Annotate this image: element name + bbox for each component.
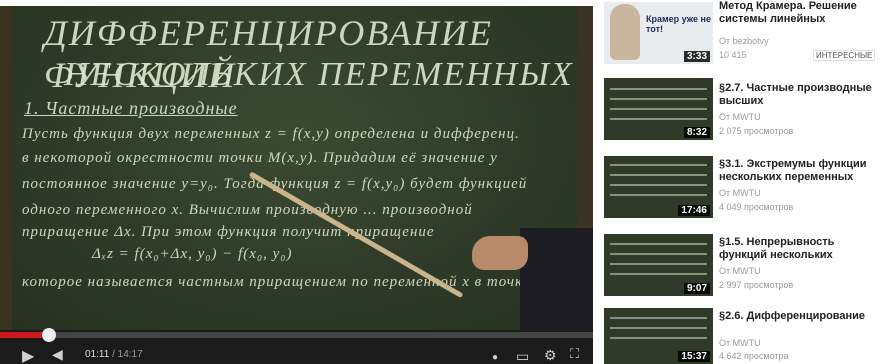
board-line: одного переменного x. Вычислим производн…: [22, 202, 473, 218]
video-duration-badge: 15:37: [678, 351, 710, 362]
play-icon[interactable]: ▶: [22, 346, 34, 364]
video-views: 2 075 просмотров: [719, 126, 794, 136]
video-title[interactable]: §2.7. Частные производные высших: [719, 82, 881, 108]
video-duration-badge: 17:46: [678, 205, 710, 216]
video-duration-badge: 3:33: [683, 51, 710, 62]
lecturer-hand: [472, 236, 528, 270]
related-video-item[interactable]: 15:37 §2.6. Дифференцирование От MWTU 4 …: [598, 306, 881, 364]
video-thumbnail[interactable]: 17:46: [604, 156, 713, 218]
video-title[interactable]: §1.5. Непрерывность функций нескольких: [719, 236, 881, 262]
video-views: 4 642 просмотра: [719, 351, 789, 361]
video-frame[interactable]: ДИФФЕРЕНЦИРОВАНИЕ ФУНКЦИЙ НЕСКОЛЬКИХ ПЕР…: [0, 6, 593, 330]
board-subtitle: 1. Частные производные: [24, 98, 238, 118]
thumbnail-text: Крамер уже не тот!: [646, 14, 711, 34]
quality-icon[interactable]: ●: [492, 352, 498, 363]
screen-size-icon[interactable]: ▭: [516, 348, 529, 364]
video-duration-badge: 8:32: [683, 127, 710, 138]
video-author[interactable]: От MWTU: [719, 266, 761, 276]
settings-icon[interactable]: ⚙: [544, 347, 557, 364]
video-title[interactable]: §3.1. Экстремумы функции нескольких пере…: [719, 158, 881, 184]
board-formula: Δₓz = f(x₀+Δx, y₀) − f(x₀, y₀): [92, 246, 293, 262]
progress-bar[interactable]: [0, 328, 593, 342]
video-duration-badge: 9:07: [683, 283, 710, 294]
portrait-image: [610, 4, 640, 60]
video-player[interactable]: ДИФФЕРЕНЦИРОВАНИЕ ФУНКЦИЙ НЕСКОЛЬКИХ ПЕР…: [0, 6, 593, 364]
board-title-line2: НЕСКОЛЬКИХ ПЕРЕМЕННЫХ: [64, 56, 574, 93]
board-line: приращение Δx. При этом функция получит …: [22, 224, 435, 240]
fullscreen-icon[interactable]: ⛶: [570, 346, 579, 362]
video-thumbnail[interactable]: 15:37: [604, 308, 713, 364]
related-video-item[interactable]: 17:46 §3.1. Экстремумы функции нескольки…: [598, 154, 881, 228]
video-author[interactable]: От bezbotvy: [719, 36, 769, 46]
board-line: в некоторой окрестности точки M(x,y). Пр…: [22, 150, 498, 166]
video-author[interactable]: От MWTU: [719, 338, 761, 348]
category-badge: ИНТЕРЕСНЫЕ: [813, 50, 876, 61]
related-video-item[interactable]: 8:32 §2.7. Частные производные высших От…: [598, 76, 881, 150]
video-author[interactable]: От MWTU: [719, 188, 761, 198]
board-line: Пусть функция двух переменных z = f(x,y)…: [22, 126, 520, 142]
related-video-item[interactable]: 9:07 §1.5. Непрерывность функций несколь…: [598, 232, 881, 306]
related-videos-sidebar: Крамер уже не тот! 3:33 Метод Крамера. Р…: [598, 0, 881, 364]
video-author[interactable]: От MWTU: [719, 112, 761, 122]
related-video-item[interactable]: Крамер уже не тот! 3:33 Метод Крамера. Р…: [598, 0, 881, 74]
time-display: 01:11 / 14:17: [85, 349, 143, 360]
video-title[interactable]: Метод Крамера. Решение системы линейных: [719, 0, 881, 26]
video-thumbnail[interactable]: 9:07: [604, 234, 713, 296]
video-views: 2 997 просмотров: [719, 280, 794, 290]
lecturer-sleeve: [520, 228, 593, 330]
video-thumbnail[interactable]: Крамер уже не тот! 3:33: [604, 2, 713, 64]
duration: 14:17: [117, 349, 143, 360]
current-time: 01:11: [85, 349, 110, 360]
video-views: 4 049 просмотров: [719, 202, 794, 212]
board-frame-left: [0, 6, 12, 330]
video-title[interactable]: §2.6. Дифференцирование: [719, 310, 881, 323]
volume-icon[interactable]: ◀: [52, 346, 63, 363]
video-thumbnail[interactable]: 8:32: [604, 78, 713, 140]
video-views: 10 415: [719, 50, 747, 60]
